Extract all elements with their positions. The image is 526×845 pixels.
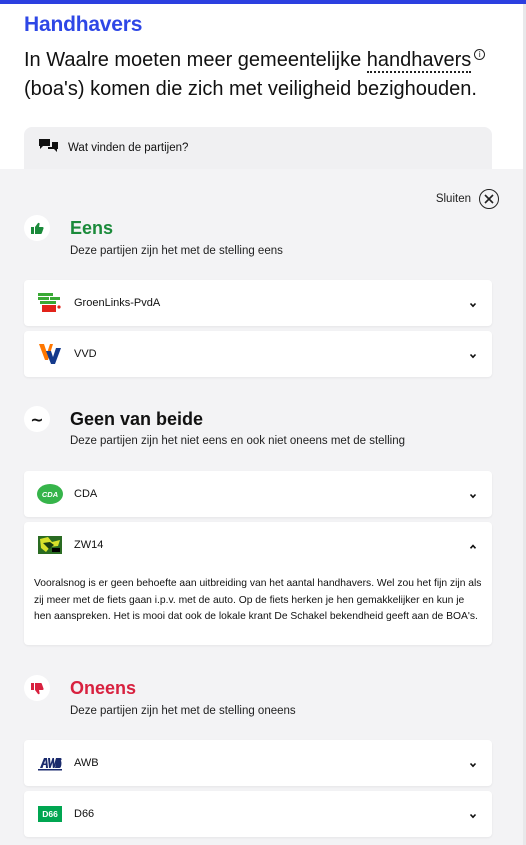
party-card-cda[interactable]: CDA CDA [24, 471, 492, 517]
chevron-down-icon [468, 348, 478, 359]
tilde-icon: ~ [24, 406, 50, 432]
party-card-awb[interactable]: AWB [24, 740, 492, 786]
close-icon [479, 189, 499, 209]
chevron-down-icon [468, 297, 478, 308]
party-name: ZW14 [74, 539, 104, 551]
party-card-vvd[interactable]: VVD [24, 331, 492, 377]
group-subtitle-oneens: Deze partijen zijn het met de stelling o… [70, 705, 296, 717]
group-subtitle-eens: Deze partijen zijn het met de stelling e… [70, 245, 283, 257]
statement-before: In Waalre moeten meer gemeentelijke [24, 49, 367, 71]
group-title-geen-van-beide: Geen van beide [70, 409, 204, 429]
zw14-logo [38, 534, 62, 556]
term-handhavers[interactable]: handhavers [366, 49, 472, 73]
close-button[interactable]: Sluiten [436, 189, 499, 209]
group-title-oneens: Oneens [70, 678, 137, 698]
thumbs-down-icon [24, 675, 50, 701]
vvd-logo [38, 343, 62, 365]
statement-text: In Waalre moeten meer gemeentelijke hand… [24, 46, 494, 104]
parties-toggle[interactable]: Wat vinden de partijen? [24, 127, 492, 169]
parties-toggle-label: Wat vinden de partijen? [68, 142, 189, 154]
chevron-down-icon [468, 488, 478, 499]
chevron-down-icon [468, 757, 478, 768]
group-title-eens: Eens [70, 218, 114, 238]
chevron-up-icon [468, 539, 478, 549]
party-card-zw14[interactable]: ZW14 Vooralsnog is er geen behoefte aan … [24, 522, 492, 645]
party-explanation: Vooralsnog is er geen behoefte aan uitbr… [34, 578, 482, 622]
party-name: GroenLinks-PvdA [74, 297, 161, 309]
party-card-d66[interactable]: D66 D66 [24, 791, 492, 837]
thumbs-up-icon [24, 215, 50, 241]
awb-logo [38, 752, 62, 774]
brand-title: Handhavers [24, 13, 143, 36]
chevron-down-icon [468, 808, 478, 819]
party-name: VVD [74, 348, 97, 360]
cda-logo: CDA [37, 484, 63, 504]
party-name: CDA [74, 488, 98, 500]
speech-bubbles-icon [38, 138, 59, 158]
party-name: AWB [74, 757, 99, 769]
party-card-groenlinks-pvda[interactable]: GroenLinks-PvdA [24, 280, 492, 326]
party-name: D66 [74, 808, 95, 820]
d66-logo: D66 [38, 806, 62, 822]
group-subtitle-geen-van-beide: Deze partijen zijn het niet eens en ook … [70, 435, 405, 447]
groenlinks-pvda-logo [38, 292, 62, 314]
top-accent-bar [0, 0, 526, 4]
close-label: Sluiten [435, 193, 471, 205]
info-icon[interactable]: i [474, 49, 486, 60]
statement-after: (boa's) komen die zich met veiligheid be… [24, 78, 477, 100]
